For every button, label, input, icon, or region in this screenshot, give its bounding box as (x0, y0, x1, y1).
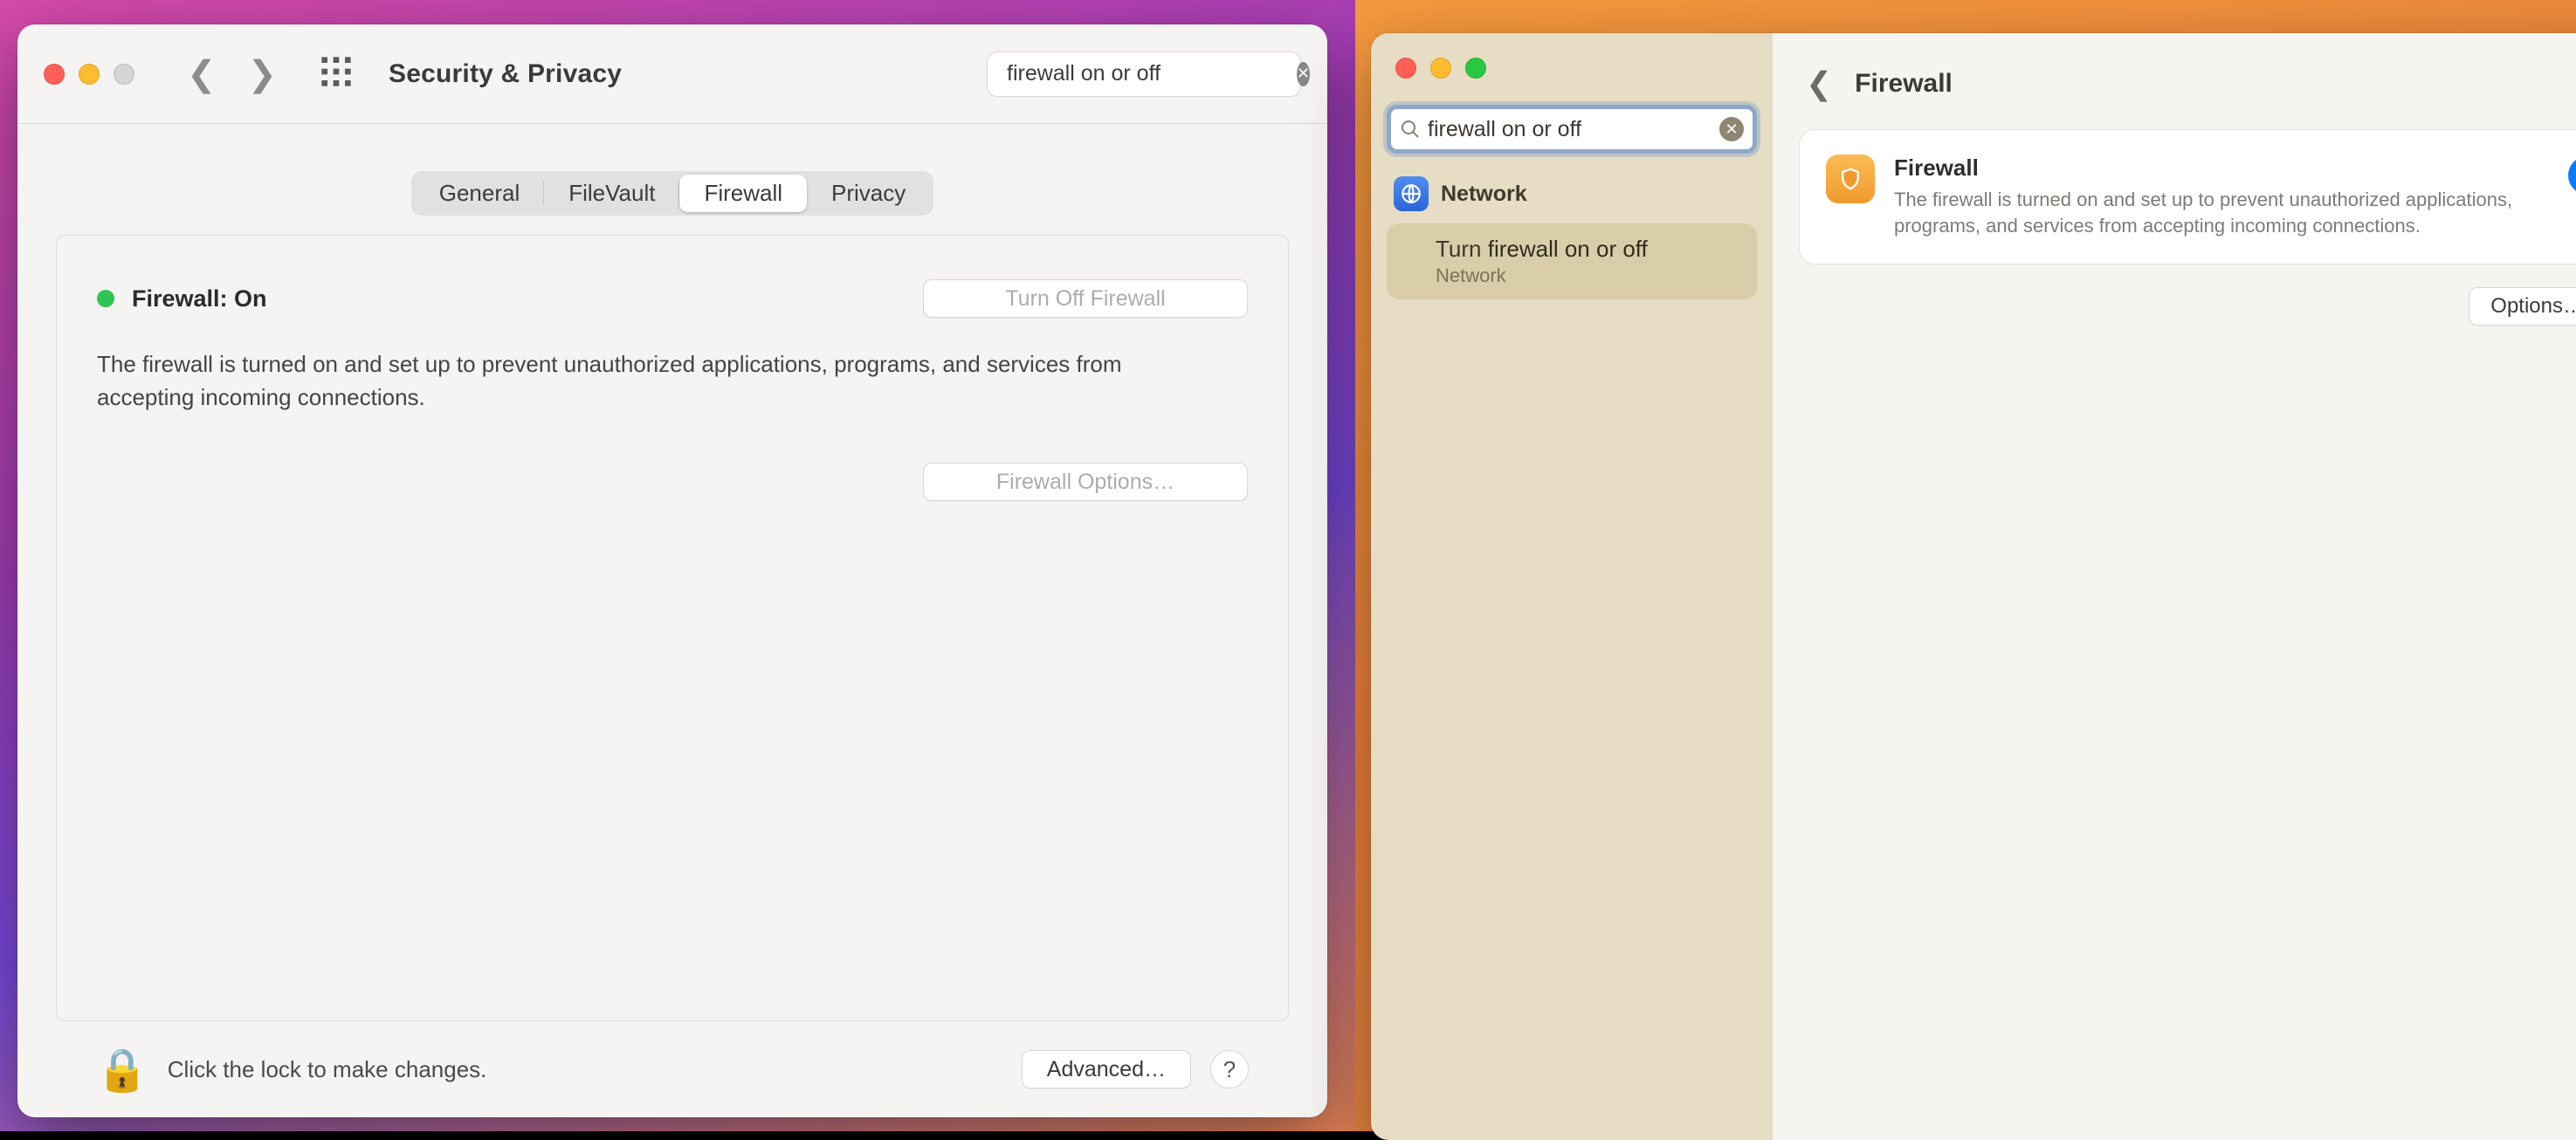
close-window-button[interactable] (1395, 58, 1416, 79)
lock-icon[interactable]: 🔒 (96, 1045, 148, 1095)
clear-search-button[interactable]: ✕ (1297, 62, 1310, 86)
toolbar: ❮ ❯ Security & Privacy ✕ (17, 24, 1327, 124)
turn-off-firewall-button[interactable]: Turn Off Firewall (923, 279, 1248, 318)
result-subtitle: Network (1436, 264, 1741, 287)
page-title: Firewall (1855, 69, 1953, 99)
grid-icon (319, 54, 354, 89)
tab-bar: General FileVault Firewall Privacy (411, 171, 934, 216)
firewall-status-label: Firewall: On (132, 285, 267, 312)
content-pane: ❮ Firewall Firewall The firewall is turn… (1773, 33, 2576, 1140)
close-window-button[interactable] (44, 64, 65, 85)
minimize-window-button[interactable] (79, 64, 100, 85)
window-title: Security & Privacy (389, 59, 622, 89)
status-indicator-on-icon (97, 290, 114, 307)
search-field[interactable]: ✕ (1387, 105, 1757, 154)
firewall-panel: Firewall: On Turn Off Firewall The firew… (56, 235, 1289, 1021)
search-icon (1400, 119, 1421, 140)
zoom-window-button[interactable] (114, 64, 134, 85)
x-icon: ✕ (1725, 120, 1738, 139)
ventura-system-settings-window: ✕ Network Turn firewall on or off (1371, 33, 2576, 1140)
card-title: Firewall (1894, 155, 2549, 182)
monterey-system-preferences-window: ❮ ❯ Security & Privacy ✕ (17, 24, 1327, 1117)
firewall-toggle[interactable] (2568, 156, 2576, 195)
x-icon: ✕ (1297, 65, 1310, 83)
traffic-lights (44, 64, 134, 85)
result-title: Turn firewall on or off (1436, 236, 1741, 263)
minimize-window-button[interactable] (1430, 58, 1451, 79)
tab-privacy[interactable]: Privacy (807, 175, 930, 212)
firewall-options-button[interactable]: Options… (2469, 287, 2576, 326)
advanced-button[interactable]: Advanced… (1022, 1050, 1191, 1088)
result-group-header: Network (1387, 173, 1757, 215)
zoom-window-button[interactable] (1465, 58, 1486, 79)
card-description: The firewall is turned on and set up to … (1894, 187, 2531, 239)
clear-search-button[interactable]: ✕ (1719, 117, 1744, 141)
forward-button[interactable]: ❯ (248, 54, 278, 94)
lock-hint-label: Click the lock to make changes. (168, 1056, 487, 1083)
network-icon (1394, 176, 1429, 211)
search-input[interactable] (1428, 117, 1712, 142)
back-button[interactable]: ❮ (1799, 62, 1839, 106)
tab-firewall[interactable]: Firewall (679, 175, 807, 212)
traffic-lights (1381, 58, 1762, 79)
search-results: Network Turn firewall on or off Network (1381, 173, 1762, 299)
group-title-label: Network (1441, 182, 1527, 207)
help-button[interactable]: ? (1210, 1050, 1249, 1088)
tab-filevault[interactable]: FileVault (544, 175, 679, 212)
back-button[interactable]: ❮ (187, 54, 217, 94)
search-result-item[interactable]: Turn firewall on or off Network (1387, 223, 1757, 299)
firewall-card: Firewall The firewall is turned on and s… (1799, 129, 2576, 264)
firewall-options-button[interactable]: Firewall Options… (923, 463, 1248, 501)
footer: 🔒 Click the lock to make changes. Advanc… (56, 1021, 1289, 1117)
search-input[interactable] (1007, 61, 1288, 86)
firewall-icon (1826, 155, 1875, 203)
search-field[interactable]: ✕ (987, 52, 1301, 97)
show-all-preferences-button[interactable] (319, 54, 354, 93)
firewall-description: The firewall is turned on and set up to … (97, 347, 1145, 414)
tab-general[interactable]: General (415, 175, 545, 212)
sidebar: ✕ Network Turn firewall on or off (1371, 33, 1773, 1140)
